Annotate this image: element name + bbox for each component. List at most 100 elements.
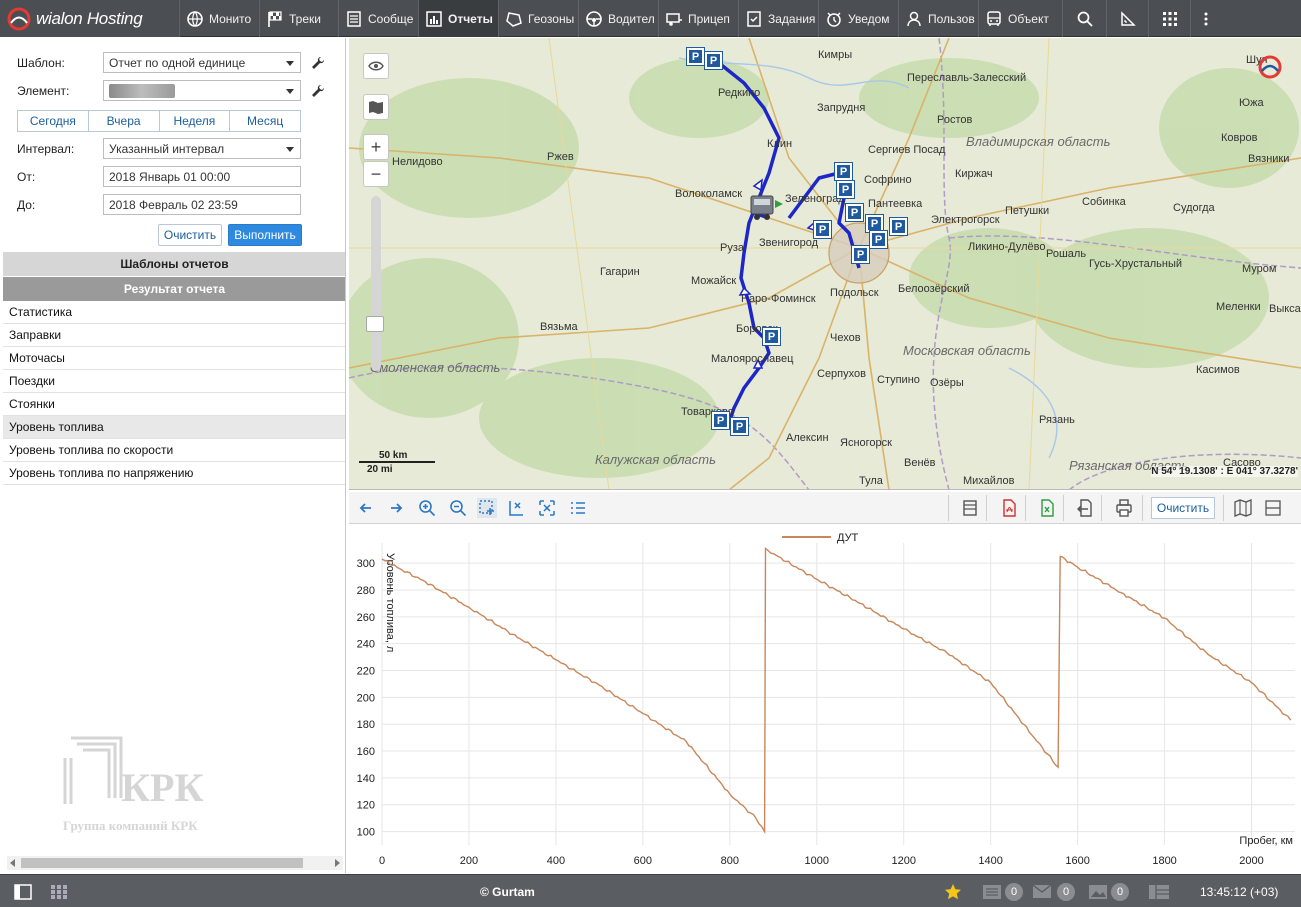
split-layout-icon[interactable]: [1263, 498, 1283, 518]
nav-users[interactable]: Пользов: [899, 0, 979, 37]
toolbar-separator: [1025, 495, 1026, 521]
scroll-left-icon[interactable]: [10, 859, 15, 867]
result-item[interactable]: Моточасы: [3, 347, 345, 370]
zoom-slider[interactable]: [366, 196, 384, 371]
result-item[interactable]: Статистика: [3, 301, 345, 324]
nav-label: Уведом: [848, 11, 890, 26]
map-scale: 50 km 20 mi: [359, 448, 439, 476]
from-date-input[interactable]: 2018 Январь 01 00:00: [103, 166, 301, 187]
element-select[interactable]: [103, 80, 301, 101]
map-view[interactable]: Кимры Переславль-Залесский Шуя Южа Редки…: [349, 38, 1301, 490]
map-source-button[interactable]: [363, 94, 389, 120]
layout-button[interactable]: [1148, 875, 1170, 907]
wrench-icon[interactable]: [311, 84, 325, 98]
map-layout-icon[interactable]: [1233, 498, 1253, 518]
layers-visibility-button[interactable]: [363, 53, 389, 79]
task-icon: [747, 10, 761, 27]
favorites-button[interactable]: [944, 875, 962, 907]
parking-marker[interactable]: P: [845, 203, 864, 222]
parking-marker[interactable]: P: [704, 51, 723, 70]
parking-marker[interactable]: P: [686, 47, 705, 66]
zoom-in-button[interactable]: +: [363, 134, 389, 160]
nav-label: Задания: [768, 11, 816, 26]
images-counter[interactable]: 0: [1088, 875, 1129, 907]
parking-marker[interactable]: P: [869, 230, 888, 249]
quick-month-button[interactable]: Месяц: [230, 111, 300, 131]
messages-counter[interactable]: 0: [982, 875, 1023, 907]
result-item[interactable]: Уровень топлива по напряжению: [3, 462, 345, 485]
toggle-panel-button[interactable]: [14, 875, 32, 907]
more-menu-button[interactable]: [1191, 0, 1221, 37]
parking-marker[interactable]: P: [711, 411, 730, 430]
result-item[interactable]: Поездки: [3, 370, 345, 393]
export-pdf-icon[interactable]: [999, 498, 1019, 518]
result-item[interactable]: Заправки: [3, 324, 345, 347]
wrench-icon[interactable]: [311, 56, 325, 70]
apps-grid-icon: [1162, 11, 1177, 26]
search-button[interactable]: [1063, 0, 1107, 37]
import-icon[interactable]: [1075, 498, 1095, 518]
nav-notifications[interactable]: Уведом: [819, 0, 899, 37]
nav-drivers[interactable]: Водител: [579, 0, 659, 37]
template-select[interactable]: Отчет по одной единице: [103, 52, 301, 73]
nav-monitoring[interactable]: Монито: [180, 0, 260, 37]
nav-tasks[interactable]: Задания: [739, 0, 819, 37]
city-label: Ковров: [1221, 132, 1258, 144]
result-item[interactable]: Стоянки: [3, 393, 345, 416]
nav-tracks[interactable]: Треки: [260, 0, 339, 37]
arrow-right-icon[interactable]: [386, 498, 406, 518]
nav-reports[interactable]: Отчеты: [419, 0, 499, 37]
to-date-input[interactable]: 2018 Февраль 02 23:59: [103, 194, 301, 215]
report-result-header[interactable]: Результат отчета: [3, 277, 345, 301]
parking-marker[interactable]: P: [834, 162, 853, 181]
export-excel-icon[interactable]: [1037, 498, 1057, 518]
zoom-x-axis-icon[interactable]: [506, 498, 526, 518]
parking-marker[interactable]: P: [889, 217, 908, 236]
scroll-right-icon[interactable]: [335, 859, 340, 867]
scroll-thumb[interactable]: [21, 858, 303, 868]
quick-yesterday-button[interactable]: Вчера: [88, 111, 160, 131]
nav-messages[interactable]: Сообщe: [339, 0, 419, 37]
parking-marker[interactable]: P: [813, 220, 832, 239]
app-logo[interactable]: wialon Hosting: [0, 0, 180, 37]
interval-select[interactable]: Указанный интервал: [103, 138, 301, 159]
printer-icon[interactable]: [1114, 498, 1134, 518]
quick-today-button[interactable]: Сегодня: [18, 111, 89, 131]
horizontal-scrollbar[interactable]: [7, 856, 343, 870]
city-label: Малоярославец: [711, 353, 794, 365]
zoom-slider-knob[interactable]: [366, 316, 384, 332]
fit-to-screen-icon[interactable]: [537, 498, 557, 518]
nav-geofences[interactable]: Геозоны: [499, 0, 579, 37]
result-item[interactable]: Уровень топлива по скорости: [3, 439, 345, 462]
mail-counter[interactable]: 0: [1032, 875, 1075, 907]
template-row: Шаблон: Отчет по одной единице: [17, 52, 325, 73]
grid-view-button[interactable]: [50, 875, 68, 907]
arrow-left-icon[interactable]: [356, 498, 376, 518]
city-label: Серпухов: [817, 368, 866, 380]
zoom-region-icon[interactable]: [477, 498, 497, 518]
parking-marker[interactable]: P: [762, 327, 781, 346]
chart-canvas: 100 120 140 160 180 200 220 240 260 280 300 0 200 400…: [357, 532, 1295, 867]
report-templates-header[interactable]: Шаблоны отчетов: [3, 252, 345, 276]
parking-marker[interactable]: P: [851, 245, 870, 264]
nav-trailers[interactable]: Прицеп: [659, 0, 739, 37]
fuel-level-chart[interactable]: 100 120 140 160 180 200 220 240 260 280 300 0 200 400…: [349, 525, 1301, 872]
zoom-out-button[interactable]: −: [363, 161, 389, 187]
chart-clear-button[interactable]: Очистить: [1151, 497, 1215, 519]
zoom-in-icon[interactable]: [417, 498, 437, 518]
execute-button[interactable]: Выполнить: [228, 224, 302, 246]
truck-unit-icon[interactable]: [749, 190, 785, 224]
parking-marker[interactable]: P: [730, 417, 749, 436]
nav-units[interactable]: Объект: [979, 0, 1063, 37]
measure-button[interactable]: [1107, 0, 1149, 37]
parking-marker[interactable]: P: [865, 214, 884, 233]
table-view-icon[interactable]: [960, 498, 980, 518]
parking-marker[interactable]: P: [836, 180, 855, 199]
result-item[interactable]: Уровень топлива: [3, 416, 345, 439]
clear-button[interactable]: Очистить: [158, 224, 222, 246]
apps-button[interactable]: [1149, 0, 1191, 37]
from-row: От: 2018 Январь 01 00:00: [17, 166, 301, 187]
quick-week-button[interactable]: Неделя: [159, 111, 231, 131]
legend-list-icon[interactable]: [568, 498, 588, 518]
zoom-out-icon[interactable]: [448, 498, 468, 518]
